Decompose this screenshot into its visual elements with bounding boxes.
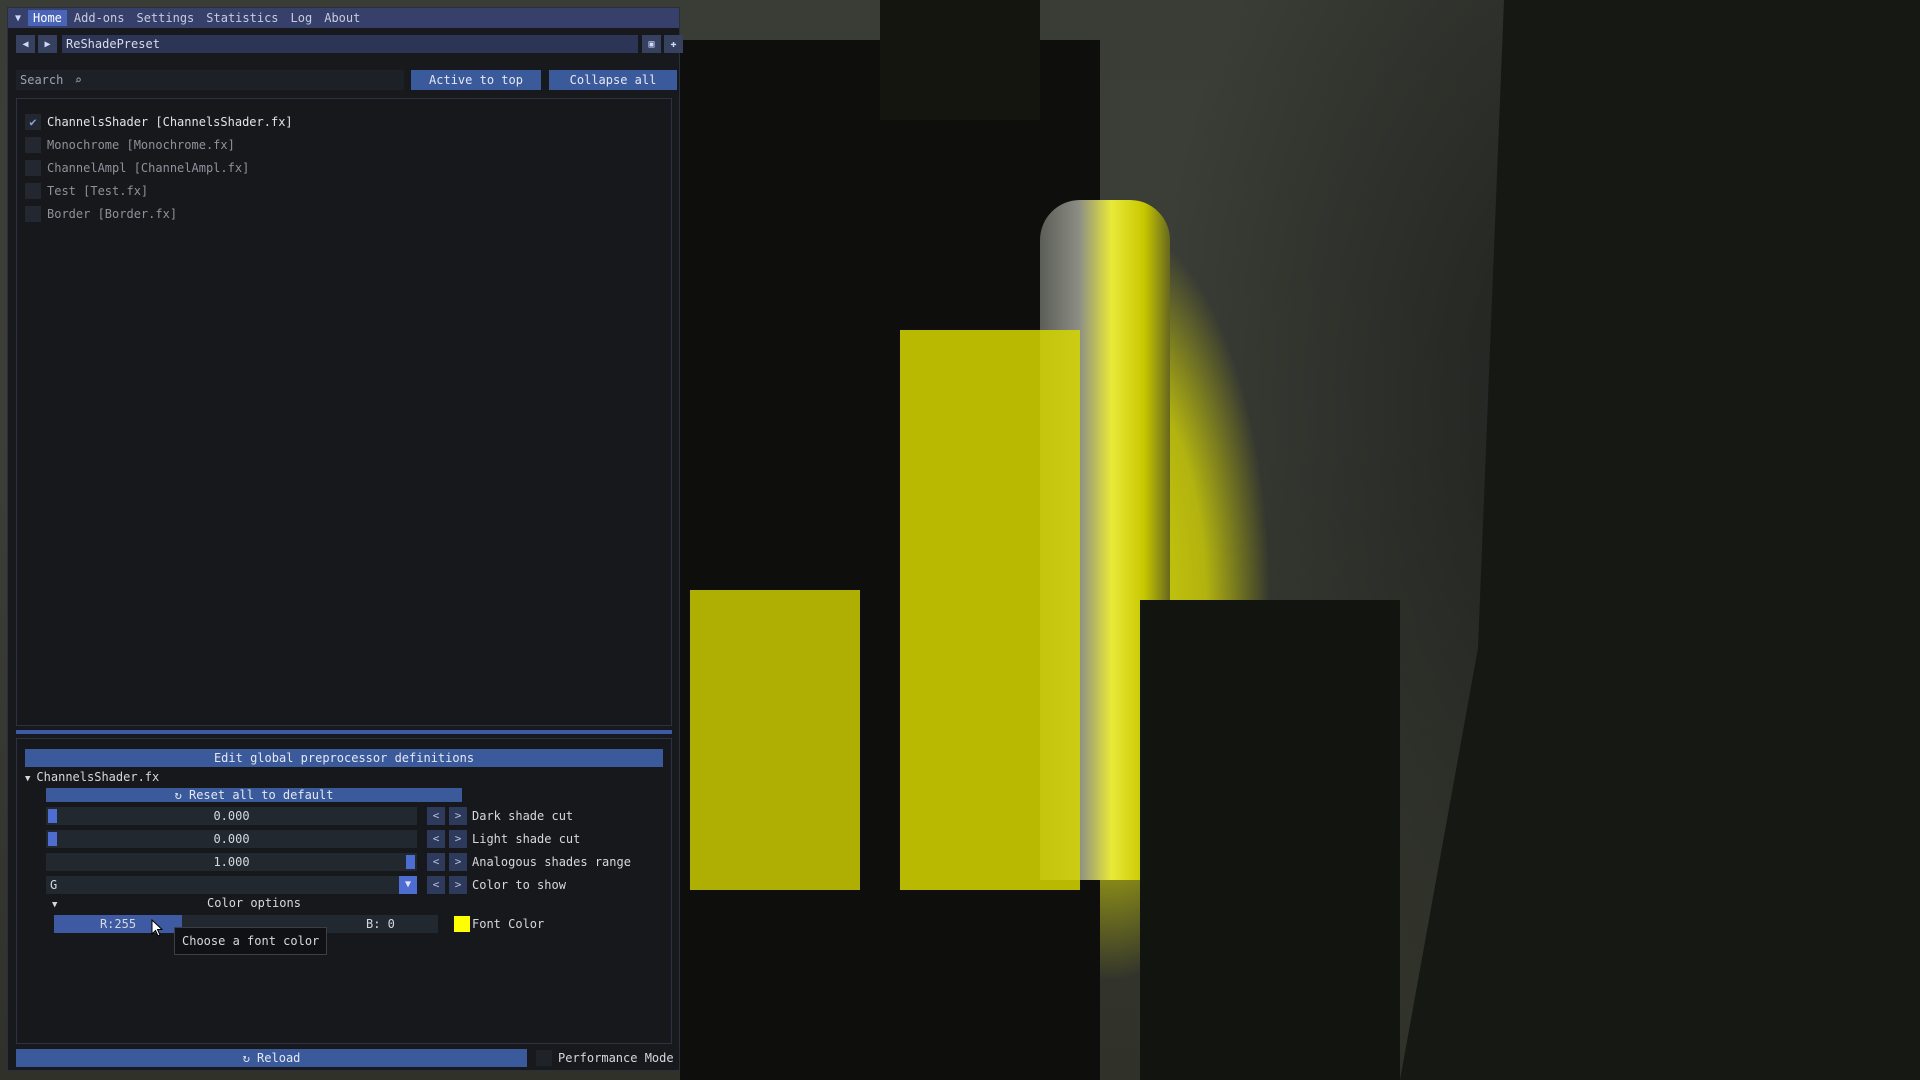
increment-button[interactable]: > xyxy=(449,830,467,848)
effect-label: Border [Border.fx] xyxy=(47,207,178,221)
slider-value: 0.000 xyxy=(213,832,250,846)
building-silhouette xyxy=(900,330,1080,890)
preset-name-field[interactable]: ReShadePreset xyxy=(62,35,638,53)
param-label: Font Color xyxy=(472,917,545,931)
menu-add-ons[interactable]: Add-ons xyxy=(69,10,130,26)
effect-section-label: ChannelsShader.fx xyxy=(36,770,160,784)
effect-checkbox[interactable] xyxy=(25,160,41,176)
building-silhouette xyxy=(690,590,860,890)
performance-mode-label: Performance Mode xyxy=(558,1051,674,1065)
param-label: Analogous shades range xyxy=(472,855,631,869)
next-preset-button[interactable]: ▶ xyxy=(38,35,57,53)
add-preset-button[interactable]: ✚ xyxy=(664,35,683,53)
effect-label: Monochrome [Monochrome.fx] xyxy=(47,138,235,152)
decrement-button[interactable]: < xyxy=(427,876,445,894)
param-label: Dark shade cut xyxy=(472,809,574,823)
dropdown-value: G xyxy=(50,878,58,892)
effect-item[interactable]: Border [Border.fx] xyxy=(25,205,177,223)
performance-mode-checkbox[interactable] xyxy=(536,1050,552,1066)
reload-label: Reload xyxy=(257,1051,301,1065)
parameters-panel: Edit global preprocessor definitions ▼ Ch… xyxy=(16,738,672,1044)
building-silhouette xyxy=(1400,0,1920,1080)
increment-button[interactable]: > xyxy=(449,853,467,871)
menu-log[interactable]: Log xyxy=(286,10,318,26)
menu-bar: ▼ Home Add-ons Settings Statistics Log A… xyxy=(8,8,679,28)
blue-channel-input[interactable]: B: 0 xyxy=(310,915,438,933)
reset-all-button[interactable]: ↻ Reset all to default xyxy=(46,788,462,802)
menu-settings[interactable]: Settings xyxy=(131,10,199,26)
search-icon: ⌕ xyxy=(74,73,82,87)
effect-section-header[interactable]: ▼ ChannelsShader.fx xyxy=(25,769,159,785)
effect-checkbox[interactable]: ✔ xyxy=(25,114,41,130)
menu-about[interactable]: About xyxy=(319,10,365,26)
triangle-left-icon: ◀ xyxy=(22,38,29,50)
tooltip: Choose a font color xyxy=(174,927,328,955)
active-to-top-button[interactable]: Active to top xyxy=(411,70,541,90)
collapse-triangle-icon[interactable]: ▼ xyxy=(8,8,28,28)
edit-global-preprocessor-button[interactable]: Edit global preprocessor definitions xyxy=(25,749,663,767)
expanded-triangle-icon: ▼ xyxy=(25,774,31,784)
checkmark-icon: ✔ xyxy=(29,115,37,129)
effect-label: ChannelAmpl [ChannelAmpl.fx] xyxy=(47,161,250,175)
color-options-header[interactable]: ▼ Color options xyxy=(46,895,462,911)
previous-preset-button[interactable]: ◀ xyxy=(16,35,35,53)
param-row-color-to-show: G ▼ < > Color to show xyxy=(46,876,656,894)
chevron-down-icon[interactable]: ▼ xyxy=(399,876,417,894)
slider-value: 1.000 xyxy=(213,855,250,869)
reset-icon: ↻ xyxy=(174,788,182,802)
light-shade-cut-slider[interactable]: 0.000 xyxy=(46,830,417,848)
save-preset-button[interactable]: ▣ xyxy=(642,35,661,53)
effect-checkbox[interactable] xyxy=(25,183,41,199)
search-input[interactable]: Search ⌕ xyxy=(16,70,404,90)
font-color-row: R:255 B: 0 Font Color xyxy=(54,915,654,933)
effect-list: ✔ ChannelsShader [ChannelsShader.fx] Mon… xyxy=(16,98,672,726)
reset-all-label: Reset all to default xyxy=(188,788,334,802)
decrement-button[interactable]: < xyxy=(427,853,445,871)
menu-statistics[interactable]: Statistics xyxy=(201,10,283,26)
param-label: Light shade cut xyxy=(472,832,581,846)
plus-icon: ✚ xyxy=(670,38,677,50)
building-silhouette xyxy=(1140,600,1400,1080)
decrement-button[interactable]: < xyxy=(427,830,445,848)
effect-item[interactable]: ChannelAmpl [ChannelAmpl.fx] xyxy=(25,159,249,177)
menu-home[interactable]: Home xyxy=(28,10,67,26)
decrement-button[interactable]: < xyxy=(427,807,445,825)
effect-item[interactable]: ✔ ChannelsShader [ChannelsShader.fx] xyxy=(25,113,293,131)
color-swatch[interactable] xyxy=(454,916,470,932)
triangle-right-icon: ▶ xyxy=(44,38,51,50)
slider-value: 0.000 xyxy=(213,809,250,823)
dark-shade-cut-slider[interactable]: 0.000 xyxy=(46,807,417,825)
param-row-analogous-shades-range: 1.000 < > Analogous shades range xyxy=(46,853,656,871)
color-options-label: Color options xyxy=(207,896,301,910)
reshade-window: ▼ Home Add-ons Settings Statistics Log A… xyxy=(7,7,683,1071)
building-silhouette xyxy=(880,0,1040,120)
preset-row: ◀ ▶ ReShadePreset ▣ ✚ xyxy=(16,35,683,55)
save-icon: ▣ xyxy=(648,38,655,50)
search-row: Search ⌕ Active to top Collapse all xyxy=(16,70,677,90)
effect-label: Test [Test.fx] xyxy=(47,184,149,198)
reload-button[interactable]: ↻ Reload xyxy=(16,1049,527,1067)
param-row-light-shade-cut: 0.000 < > Light shade cut xyxy=(46,830,656,848)
effect-checkbox[interactable] xyxy=(25,137,41,153)
reload-icon: ↻ xyxy=(242,1051,250,1065)
increment-button[interactable]: > xyxy=(449,876,467,894)
effect-label: ChannelsShader [ChannelsShader.fx] xyxy=(47,115,293,129)
analogous-shades-range-slider[interactable]: 1.000 xyxy=(46,853,417,871)
effect-item[interactable]: Monochrome [Monochrome.fx] xyxy=(25,136,235,154)
param-label: Color to show xyxy=(472,878,566,892)
increment-button[interactable]: > xyxy=(449,807,467,825)
performance-mode-toggle[interactable]: Performance Mode xyxy=(536,1049,674,1067)
effect-checkbox[interactable] xyxy=(25,206,41,222)
effect-item[interactable]: Test [Test.fx] xyxy=(25,182,148,200)
param-row-dark-shade-cut: 0.000 < > Dark shade cut xyxy=(46,807,656,825)
collapse-all-button[interactable]: Collapse all xyxy=(549,70,677,90)
search-placeholder: Search xyxy=(20,73,64,87)
panel-splitter[interactable] xyxy=(16,730,672,734)
color-to-show-dropdown[interactable]: G ▼ xyxy=(46,876,417,894)
